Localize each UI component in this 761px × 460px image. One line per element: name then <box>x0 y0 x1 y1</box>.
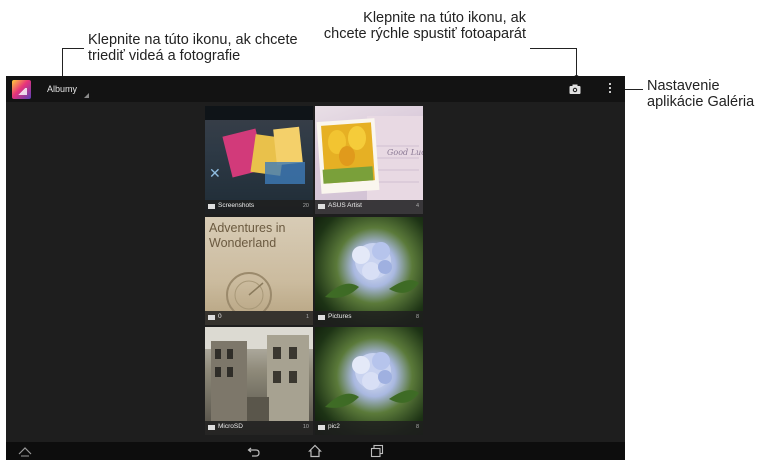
navigation-bar <box>6 442 625 460</box>
svg-text:✕: ✕ <box>209 166 221 182</box>
albums-dropdown[interactable]: Albumy <box>47 84 77 94</box>
album-label-bar: pic2 8 <box>315 421 423 435</box>
tile-art-text: Good Luck <box>387 148 423 157</box>
album-tile-screenshots[interactable]: ✕ Screenshots 20 <box>205 106 313 214</box>
camera-icon[interactable] <box>569 82 581 96</box>
folder-icon <box>208 425 215 430</box>
album-count: 20 <box>302 203 309 209</box>
album-name: ASUS Artist <box>328 202 362 209</box>
album-name: 0 <box>218 313 222 320</box>
album-count: 8 <box>415 314 419 320</box>
album-name: MicroSD <box>218 423 243 430</box>
leader-camera-v <box>576 48 577 77</box>
folder-icon <box>318 425 325 430</box>
back-icon[interactable] <box>247 444 261 458</box>
leader-settings-h <box>622 89 643 90</box>
leader-camera-h <box>530 48 577 49</box>
album-count: 8 <box>415 424 419 430</box>
album-name: Screenshots <box>218 202 255 209</box>
album-thumb-pic2 <box>325 352 419 408</box>
album-tile-pic2[interactable]: pic2 8 <box>315 327 423 435</box>
album-tile-microsd[interactable]: MicroSD 10 <box>205 327 313 435</box>
album-label-bar: Pictures 8 <box>315 311 423 325</box>
folder-icon <box>208 204 215 209</box>
recent-apps-icon[interactable] <box>370 444 384 458</box>
expand-up-icon[interactable] <box>18 444 32 458</box>
album-tile-pictures[interactable]: Pictures 8 <box>315 217 423 325</box>
folder-icon <box>208 315 215 320</box>
album-thumb-microsd <box>205 327 313 421</box>
action-bar: Albumy <box>6 76 625 102</box>
leader-albums-h <box>62 48 84 49</box>
album-thumb-screenshots: ✕ <box>205 106 313 184</box>
callout-settings: Nastavenie aplikácie Galéria <box>647 78 755 110</box>
album-tile-asus-artist[interactable]: Good Luck ASUS Artist 4 <box>315 106 423 214</box>
callout-camera: Klepnite na túto ikonu, ak chcete rýchle… <box>323 10 526 42</box>
album-name: pic2 <box>328 423 340 430</box>
album-tile-0[interactable]: Adventures in Wonderland 0 1 <box>205 217 313 325</box>
overflow-menu-icon[interactable] <box>607 82 613 96</box>
gallery-app-icon[interactable] <box>12 80 31 99</box>
album-label-bar: MicroSD 10 <box>205 421 313 435</box>
album-thumb-pictures <box>325 242 419 298</box>
album-count: 4 <box>415 203 419 209</box>
album-label-bar: ASUS Artist 4 <box>315 200 423 214</box>
album-label-bar: Screenshots 20 <box>205 200 313 214</box>
home-icon[interactable] <box>308 444 322 458</box>
album-count: 10 <box>302 424 309 430</box>
dropdown-indicator-icon <box>84 93 89 98</box>
album-name: Pictures <box>328 313 352 320</box>
album-count: 1 <box>305 314 309 320</box>
folder-icon <box>318 204 325 209</box>
album-thumb-0 <box>226 272 272 311</box>
folder-icon <box>318 315 325 320</box>
gallery-screen: Albumy ✕ Screenshots 20 Good Lu ASUS Art… <box>6 76 625 460</box>
callout-sort-albums: Klepnite na túto ikonu, ak chcete triedi… <box>88 32 298 64</box>
album-label-bar: 0 1 <box>205 311 313 325</box>
